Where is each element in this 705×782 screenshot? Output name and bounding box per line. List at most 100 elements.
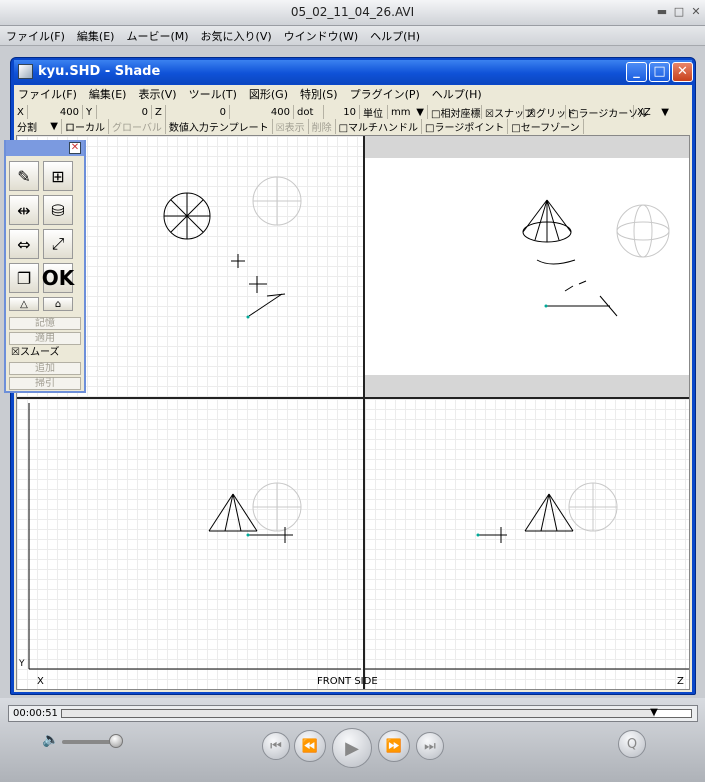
- move-tool-icon[interactable]: ⇹: [9, 195, 39, 225]
- x-label: X: [14, 105, 28, 119]
- shade-maximize-button[interactable]: □: [649, 62, 670, 82]
- shade-close-button[interactable]: ✕: [672, 62, 693, 82]
- snap-checkbox[interactable]: ☒スナップ: [482, 105, 534, 120]
- maximize-icon[interactable]: □: [672, 5, 686, 19]
- close-icon[interactable]: ✕: [69, 142, 81, 154]
- front-view-drawing: [28, 403, 361, 670]
- side-view[interactable]: [365, 399, 689, 689]
- seek-bar[interactable]: ▼: [61, 707, 692, 718]
- memory-button[interactable]: 記憶: [9, 317, 81, 330]
- smooth-checkbox[interactable]: ☒スムーズ: [9, 347, 81, 360]
- show-checkbox[interactable]: ☒表示: [273, 119, 309, 134]
- player-menu-help[interactable]: ヘルプ(H): [370, 28, 420, 44]
- z-value[interactable]: 0: [166, 105, 230, 119]
- menu-special[interactable]: 特別(S): [300, 86, 338, 102]
- view-divider-vertical[interactable]: [363, 136, 365, 689]
- ghost-sphere-perspective: [616, 204, 670, 258]
- relative-coords-checkbox[interactable]: □相対座標: [428, 105, 482, 120]
- play-icon[interactable]: ▶: [332, 728, 372, 768]
- pencil-tool-icon[interactable]: ✎: [9, 161, 39, 191]
- menu-file[interactable]: ファイル(F): [18, 86, 77, 102]
- scale-tool-icon[interactable]: ⇔: [9, 229, 39, 259]
- time-value: 00:00:51: [13, 708, 58, 719]
- y-value[interactable]: 0: [97, 105, 152, 119]
- menu-shape[interactable]: 図形(G): [249, 86, 288, 102]
- shade-title-bar: kyu.SHD - Shade _ □ ✕: [14, 60, 693, 84]
- shade-minimize-button[interactable]: _: [626, 62, 647, 82]
- side-view-drawing: [365, 482, 689, 670]
- menu-edit[interactable]: 編集(E): [89, 86, 127, 102]
- player-title-bar: 05_02_11_04_26.AVI ▬ □ ✕: [0, 0, 705, 26]
- chevron-down-icon: ▼: [50, 121, 58, 132]
- seek-fill: [62, 710, 656, 717]
- chevron-down-icon: ▼: [661, 106, 669, 118]
- line-tool-icon[interactable]: ⤢: [43, 229, 73, 259]
- shape-mode-alt-icon[interactable]: ⌂: [43, 297, 73, 311]
- minimize-icon[interactable]: ▬: [655, 5, 669, 19]
- player-menu-movie[interactable]: ムービー(M): [126, 28, 188, 44]
- player-menu-file[interactable]: ファイル(F): [6, 28, 65, 44]
- z-axis-label: Z: [677, 676, 684, 687]
- shade-window: kyu.SHD - Shade _ □ ✕ ファイル(F) 編集(E) 表示(V…: [10, 57, 696, 695]
- local-button[interactable]: ローカル: [62, 119, 109, 134]
- plane-select[interactable]: XZ ▼: [634, 105, 672, 119]
- ghost-sphere-side: [568, 482, 618, 532]
- cone-perspective: [522, 199, 576, 265]
- close-icon[interactable]: ✕: [689, 5, 703, 19]
- front-view[interactable]: [17, 399, 363, 689]
- figure-window[interactable]: X Z Y FRONT SIDE: [16, 135, 690, 690]
- unit-number[interactable]: 10: [324, 105, 360, 119]
- unit-label: 単位: [360, 105, 388, 120]
- view-divider-horizontal[interactable]: [17, 397, 689, 399]
- coordinate-bar: X 400 Y 0 Z 0 400 dot 10 単位 mm ▼ □相対座標 ☒ス…: [14, 105, 692, 120]
- plane-select-value: XZ: [637, 106, 651, 118]
- menu-view[interactable]: 表示(V): [138, 86, 176, 102]
- large-point-checkbox[interactable]: □ラージポイント: [422, 119, 509, 134]
- global-button[interactable]: グローバル: [109, 119, 166, 134]
- seek-thumb-icon[interactable]: ▼: [650, 705, 658, 720]
- skip-forward-icon[interactable]: ⏭: [416, 732, 444, 760]
- dot-label: dot: [294, 105, 324, 119]
- ok-button[interactable]: OK: [42, 263, 74, 293]
- x-value[interactable]: 400: [28, 105, 83, 119]
- dot-value[interactable]: 400: [230, 105, 294, 119]
- shape-mode-icon[interactable]: △: [9, 297, 39, 311]
- player-menu-edit[interactable]: 編集(E): [77, 28, 115, 44]
- front-side-label: FRONT SIDE: [317, 676, 378, 687]
- cylinder-tool-icon[interactable]: ⛁: [43, 195, 73, 225]
- chevron-down-icon: ▼: [416, 106, 424, 118]
- unit-select[interactable]: mm ▼: [388, 105, 428, 119]
- browser-tool-icon[interactable]: ⊞: [43, 161, 73, 191]
- perspective-view[interactable]: [365, 136, 689, 397]
- speaker-icon[interactable]: 🔈: [42, 732, 59, 748]
- numeric-template-button[interactable]: 数値入力テンプレート: [166, 119, 273, 134]
- player-title: 05_02_11_04_26.AVI: [290, 5, 415, 19]
- cone-side: [524, 493, 574, 532]
- menu-help[interactable]: ヘルプ(H): [432, 86, 482, 102]
- apply-button[interactable]: 適用: [9, 332, 81, 345]
- quicktime-logo-icon[interactable]: Q: [618, 730, 646, 758]
- z-label: Z: [152, 105, 166, 119]
- shade-menu-bar: ファイル(F) 編集(E) 表示(V) ツール(T) 図形(G) 特別(S) プ…: [14, 85, 692, 103]
- menu-tool[interactable]: ツール(T): [189, 86, 237, 102]
- menu-plugin[interactable]: プラグイン(P): [350, 86, 420, 102]
- rewind-icon[interactable]: ⏪: [294, 730, 326, 762]
- sphere-top: [163, 192, 211, 240]
- add-button[interactable]: 追加: [9, 362, 81, 375]
- copy-tool-icon[interactable]: ❐: [9, 263, 39, 293]
- safe-zone-checkbox[interactable]: □セーフゾーン: [508, 119, 584, 134]
- grid-checkbox[interactable]: ☒グリッド: [524, 105, 576, 120]
- multi-handle-checkbox[interactable]: □マルチハンドル: [336, 119, 423, 134]
- player-menu-window[interactable]: ウインドウ(W): [284, 28, 358, 44]
- large-cursor-checkbox[interactable]: □ラージカーソル: [566, 105, 648, 120]
- sweep-button[interactable]: 掃引: [9, 377, 81, 390]
- y-label: Y: [83, 105, 97, 119]
- shade-title: kyu.SHD - Shade: [38, 64, 161, 79]
- skip-back-icon[interactable]: ⏮: [262, 732, 290, 760]
- split-select[interactable]: 分割 ▼: [14, 119, 62, 134]
- delete-button[interactable]: 削除: [309, 119, 336, 134]
- x-axis-label: X: [37, 676, 44, 687]
- volume-knob[interactable]: [109, 734, 123, 748]
- fast-forward-icon[interactable]: ⏩: [378, 730, 410, 762]
- player-menu-favorites[interactable]: お気に入り(V): [201, 28, 272, 44]
